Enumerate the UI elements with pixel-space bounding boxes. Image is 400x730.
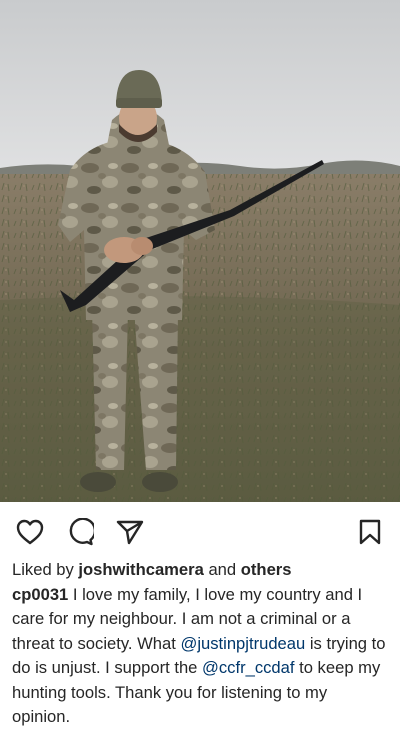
likes-middle: and — [203, 560, 241, 579]
instagram-post: Liked by joshwithcamera and others cp003… — [0, 0, 400, 730]
post-caption-area: Liked by joshwithcamera and others cp003… — [0, 558, 400, 730]
comment-icon — [69, 518, 94, 546]
comment-button[interactable] — [64, 516, 96, 548]
mention-link-1[interactable]: @justinpjtrudeau — [180, 634, 305, 653]
post-actions — [0, 502, 400, 558]
likes-others-link[interactable]: others — [241, 560, 292, 579]
post-photo[interactable] — [0, 0, 400, 502]
send-icon — [116, 520, 144, 545]
mention-link-2[interactable]: @ccfr_ccdaf — [202, 658, 294, 677]
like-button[interactable] — [14, 516, 46, 548]
share-button[interactable] — [114, 516, 146, 548]
caption-text: cp0031 I love my family, I love my count… — [12, 583, 388, 730]
bookmark-icon — [359, 519, 381, 545]
caption-username-link[interactable]: cp0031 — [12, 585, 68, 604]
likes-prefix: Liked by — [12, 560, 79, 579]
hunter-photo — [0, 0, 400, 502]
heart-icon — [16, 519, 44, 545]
likes-line: Liked by joshwithcamera and others — [12, 558, 388, 583]
save-button[interactable] — [354, 516, 386, 548]
liked-by-user-link[interactable]: joshwithcamera — [78, 560, 203, 579]
